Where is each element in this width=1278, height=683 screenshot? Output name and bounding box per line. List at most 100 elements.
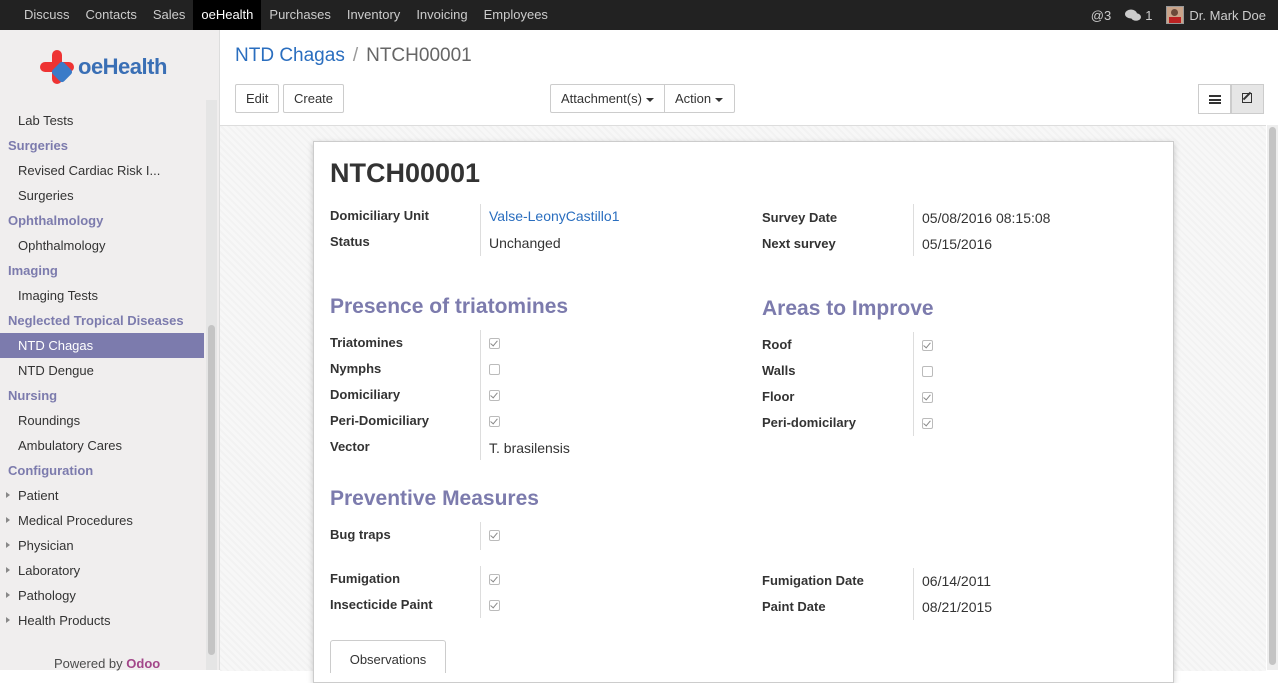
sidebar-item-label: Patient [18,488,59,503]
powered-by: Powered by Odoo [54,656,160,671]
caret-down-icon [715,97,724,102]
mentions-indicator[interactable]: @3 [1091,8,1111,23]
list-icon [1209,95,1221,104]
main-scrollbar[interactable] [1267,125,1278,670]
create-button[interactable]: Create [283,84,345,113]
field-divider [480,204,481,256]
sidebar-item-ntd-dengue[interactable]: NTD Dengue [0,358,204,383]
sidebar-scrollbar[interactable] [206,100,217,670]
scrollbar-thumb[interactable] [1269,127,1276,665]
logo-text: oeHealth [78,54,167,79]
sidebar-item-laboratory[interactable]: Laboratory [0,558,204,583]
roof-checkbox[interactable] [922,340,933,351]
fumigation-checkbox[interactable] [489,574,500,585]
sidebar-item-ambulatory-cares[interactable]: Ambulatory Cares [0,433,204,458]
floor-label: Floor [762,389,795,404]
sidebar-item-medical-procedures[interactable]: Medical Procedures [0,508,204,533]
domiciliary-checkbox[interactable] [489,390,500,401]
sidebar-item-label: Pathology [18,588,76,603]
menu-oehealth[interactable]: oeHealth [193,0,262,30]
peri-domicilary-label: Peri-domicilary [762,415,856,430]
sidebar-item-lab-tests[interactable]: Lab Tests [0,108,204,133]
field-divider [480,566,481,618]
messages-count: 1 [1145,7,1153,23]
menu-purchases[interactable]: Purchases [261,0,338,30]
sidebar-item-patient[interactable]: Patient [0,483,204,508]
field-divider [480,330,481,460]
bug-traps-checkbox[interactable] [489,530,500,541]
sidebar-item-revised-cardiac-risk[interactable]: Revised Cardiac Risk I... [0,158,204,183]
nymphs-label: Nymphs [330,361,382,376]
breadcrumb-current: NTCH00001 [366,45,472,66]
menu-inventory[interactable]: Inventory [339,0,408,30]
sidebar-heading-ntd: Neglected Tropical Diseases [8,313,184,328]
user-menu[interactable]: Dr. Mark Doe [1166,6,1266,24]
expand-icon [6,592,10,598]
peri-domiciliary-checkbox[interactable] [489,416,500,427]
fumigation-label: Fumigation [330,571,401,586]
breadcrumb: NTD Chagas / NTCH00001 [235,45,472,67]
domiciliary-unit-label: Domiciliary Unit [330,208,429,223]
sidebar-item-label: Physician [18,538,74,553]
bug-traps-label: Bug traps [330,527,391,542]
insecticide-paint-label: Insecticide Paint [330,597,433,612]
fumigation-date-label: Fumigation Date [762,573,864,588]
mentions-count: @3 [1090,7,1112,23]
insecticide-paint-checkbox[interactable] [489,600,500,611]
sidebar-item-roundings[interactable]: Roundings [0,408,204,433]
sidebar-heading-configuration: Configuration [8,463,94,478]
messages-indicator[interactable]: 1 [1125,8,1152,23]
attachments-label: Attachment(s) [561,91,642,106]
nymphs-checkbox[interactable] [489,364,500,375]
menu-discuss[interactable]: Discuss [16,0,78,30]
sidebar-menu: Lab Tests Surgeries Revised Cardiac Risk… [0,108,204,633]
menu-employees[interactable]: Employees [476,0,556,30]
menu-contacts[interactable]: Contacts [78,0,145,30]
oehealth-logo[interactable]: oeHealth [40,50,167,84]
sidebar-item-health-products[interactable]: Health Products [0,608,204,633]
chat-icon [1125,9,1142,21]
sidebar-item-physician[interactable]: Physician [0,533,204,558]
sidebar-item-label: Health Products [18,613,111,628]
odoo-link[interactable]: Odoo [126,656,160,671]
tab-observations[interactable]: Observations [330,640,446,673]
sidebar-item-label: Laboratory [18,563,81,578]
field-divider [913,204,914,256]
action-button[interactable]: Action [664,84,735,113]
record-title: NTCH00001 [330,158,481,188]
sidebar-heading-surgeries: Surgeries [8,138,68,153]
next-survey-value: 05/15/2016 [922,236,993,252]
systray: @3 1 Dr. Mark Doe [1077,0,1266,30]
breadcrumb-separator: / [352,45,359,66]
list-view-button[interactable] [1198,84,1231,114]
roof-label: Roof [762,337,792,352]
sidebar-item-ntd-chagas[interactable]: NTD Chagas [0,333,204,358]
sidebar-heading-imaging: Imaging [8,263,58,278]
breadcrumb-parent[interactable]: NTD Chagas [235,45,345,66]
walls-checkbox[interactable] [922,366,933,377]
sidebar-item-pathology[interactable]: Pathology [0,583,204,608]
presence-section-title: Presence of triatomines [330,295,569,318]
caret-down-icon [645,97,654,102]
floor-checkbox[interactable] [922,392,933,403]
sidebar-item-imaging-tests[interactable]: Imaging Tests [0,283,204,308]
peri-domicilary-checkbox[interactable] [922,418,933,429]
edit-button[interactable]: Edit [235,84,280,113]
sidebar-item-label: Medical Procedures [18,513,133,528]
status-label: Status [330,234,370,249]
vector-value: T. brasilensis [489,440,570,456]
menu-invoicing[interactable]: Invoicing [408,0,475,30]
survey-date-label: Survey Date [762,210,838,225]
status-value: Unchanged [489,235,561,251]
domiciliary-unit-link[interactable]: Valse-LeonyCastillo1 [489,208,619,224]
expand-icon [6,567,10,573]
scrollbar-thumb[interactable] [208,325,215,655]
sidebar-item-surgeries[interactable]: Surgeries [0,183,204,208]
sidebar-item-ophthalmology[interactable]: Ophthalmology [0,233,204,258]
attachments-button[interactable]: Attachment(s) [550,84,665,113]
paint-date-value: 08/21/2015 [922,599,993,615]
preventive-section-title: Preventive Measures [330,487,539,510]
triatomines-checkbox[interactable] [489,338,500,349]
form-view-button[interactable] [1231,84,1264,114]
menu-sales[interactable]: Sales [145,0,194,30]
